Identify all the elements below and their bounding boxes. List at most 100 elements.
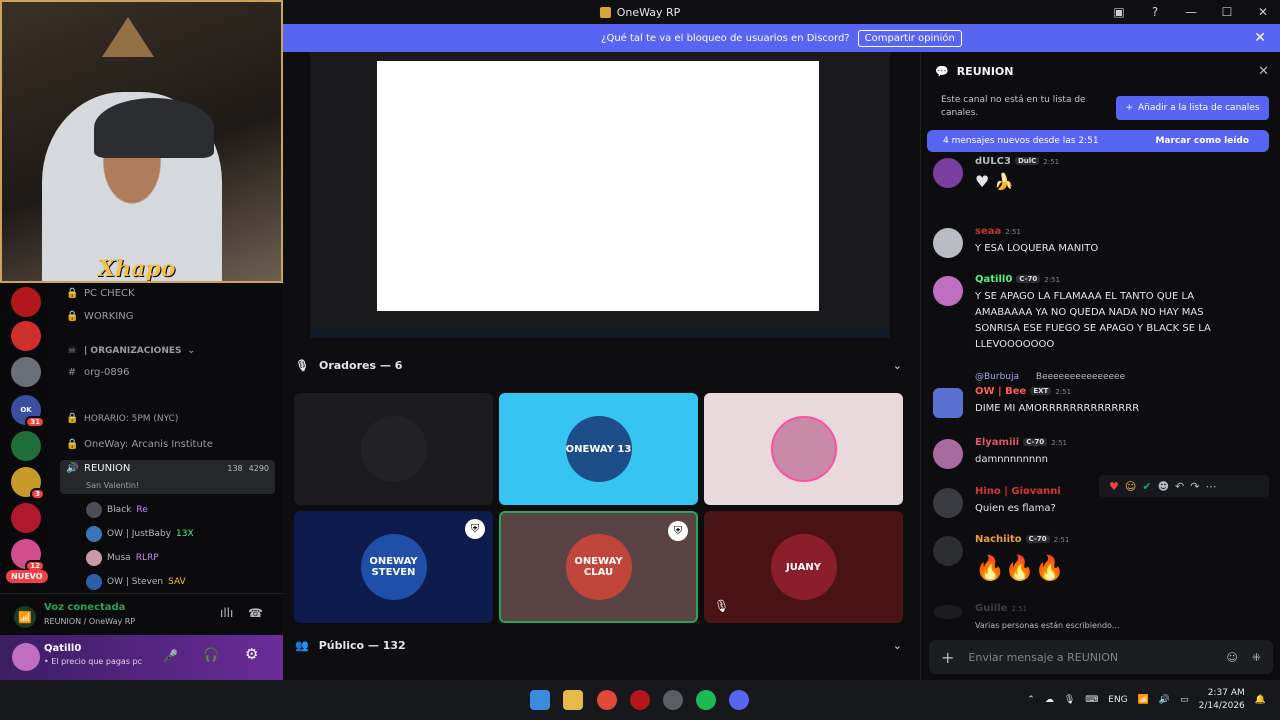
attach-plus-icon[interactable]: + (941, 648, 954, 667)
voice-location[interactable]: REUNION / OneWay RP (44, 617, 135, 626)
maximize-button[interactable]: ☐ (1210, 5, 1244, 19)
close-chat-icon[interactable]: ✕ (1258, 64, 1269, 79)
avatar[interactable] (933, 388, 963, 418)
reply-reference[interactable]: @Burbuja Beeeeeeeeeeeeeee (975, 372, 1125, 382)
banner-close-icon[interactable]: ✕ (1254, 30, 1266, 46)
message-author[interactable]: seaa 2:51 (975, 226, 1021, 237)
more-icon[interactable]: ⋯ (1205, 480, 1216, 493)
speaker-tile[interactable] (704, 393, 903, 505)
windows-start-icon[interactable] (530, 690, 550, 710)
server-icon[interactable]: OK 31 (11, 395, 45, 428)
server-icon[interactable] (11, 431, 41, 461)
settings-gear-icon[interactable]: ⚙ (245, 645, 258, 663)
reply-icon[interactable]: ↶ (1175, 480, 1184, 493)
emoji-icon[interactable]: ☺ (1226, 651, 1237, 664)
microphone-icon[interactable]: 🎙 (1064, 695, 1075, 705)
message-input[interactable]: + Enviar mensaje a REUNION ☺ ⁜ (929, 640, 1273, 674)
speaker-tile[interactable] (294, 393, 493, 505)
inbox-icon[interactable]: ▣ (1102, 5, 1136, 19)
wifi-icon[interactable]: 📶 (1138, 695, 1149, 705)
message-input-placeholder[interactable]: Enviar mensaje a REUNION (968, 651, 1212, 664)
message-author[interactable]: Nachiito C-70 2:51 (975, 534, 1069, 545)
channel-working[interactable]: 🔒 WORKING (66, 311, 133, 322)
language-indicator[interactable]: ENG (1108, 695, 1127, 705)
add-to-channel-list-button[interactable]: + Añadir a la lista de canales (1116, 96, 1269, 120)
avatar[interactable] (933, 439, 963, 469)
chat-message[interactable]: OW | Bee EXT 2:51 DIME MI AMORRRRRRRRRRRRR… (933, 386, 1273, 420)
speaker-tile-speaking[interactable]: ONEWAY CLAU ⛨ (499, 511, 698, 623)
apps-icon[interactable]: ⁜ (1252, 651, 1261, 664)
server-icon[interactable] (11, 321, 41, 351)
help-icon[interactable]: ? (1138, 5, 1172, 19)
new-messages-bar[interactable]: 4 mensajes nuevos desde las 2:51 Marcar … (927, 130, 1269, 152)
volume-icon[interactable]: 🔊 (1159, 695, 1170, 705)
speaker-tile[interactable]: ONEWAY 13 (499, 393, 698, 505)
server-icon[interactable] (11, 287, 41, 317)
minimize-button[interactable]: — (1174, 5, 1208, 19)
server-icon[interactable]: 12 (11, 539, 45, 572)
chat-message[interactable]: Nachiito C-70 2:51 🔥🔥🔥 (933, 534, 1273, 590)
chevron-down-icon[interactable]: ⌄ (893, 639, 902, 652)
avatar[interactable] (933, 488, 963, 518)
message-author[interactable]: Hino | Giovanni (975, 486, 1061, 497)
steam-icon[interactable] (663, 690, 683, 710)
forward-icon[interactable]: ↷ (1190, 480, 1199, 493)
chat-message[interactable]: Elyamiii C-70 2:51 damnnnnnnnn (933, 437, 1273, 471)
avatar[interactable] (933, 228, 963, 258)
message-author[interactable]: dULC3 DulC 2:51 (975, 156, 1059, 167)
avatar[interactable] (933, 605, 963, 619)
screen-share[interactable] (310, 52, 890, 338)
heart-reaction-icon[interactable]: ♥ (1109, 480, 1119, 493)
message-author[interactable]: Guille 2:51 (975, 603, 1027, 614)
mute-icon[interactable]: 🎤 (163, 649, 178, 663)
avatar[interactable] (12, 643, 40, 671)
voice-member[interactable]: OW | Steven SAV (86, 574, 186, 590)
channel-institute[interactable]: 🔒 OneWay: Arcanis Institute (66, 439, 213, 450)
add-reaction-icon[interactable]: ☻ (1158, 480, 1169, 493)
spotify-icon[interactable] (696, 690, 716, 710)
file-explorer-icon[interactable] (563, 690, 583, 710)
voice-member[interactable]: OW | JustBaby 13X (86, 526, 194, 542)
voice-member[interactable]: Musa RLRP (86, 550, 159, 566)
chat-message[interactable]: Guille 2:51 (933, 603, 1273, 619)
speaker-tile[interactable]: JUANY 🎙 (704, 511, 903, 623)
app-icon[interactable] (630, 690, 650, 710)
share-opinion-button[interactable]: Compartir opinión (857, 29, 962, 47)
keyboard-icon[interactable]: ⌨ (1085, 695, 1098, 705)
chat-message[interactable]: Qatill0 C-70 2:51 Y SE APAGO LA FLAMAAA EL… (933, 274, 1273, 354)
chat-message[interactable]: dULC3 DulC 2:51 ♥ 🍌 (933, 156, 1273, 206)
disconnect-icon[interactable]: ☎ (248, 606, 263, 620)
avatar[interactable] (933, 276, 963, 306)
voice-member[interactable]: Black Re (86, 502, 148, 518)
laugh-reaction-icon[interactable]: ☺ (1125, 480, 1136, 493)
message-author[interactable]: OW | Bee EXT 2:51 (975, 386, 1071, 397)
avatar[interactable] (933, 158, 963, 188)
check-reaction-icon[interactable]: ✔ (1142, 480, 1151, 493)
onedrive-icon[interactable]: ☁ (1045, 695, 1054, 705)
speaker-tile[interactable]: ONEWAY STEVEN ⛨ (294, 511, 493, 623)
mark-as-read-button[interactable]: Marcar como leído (1155, 136, 1249, 146)
discord-icon[interactable] (729, 690, 749, 710)
signal-icon[interactable]: 📶 (14, 606, 36, 628)
battery-icon[interactable]: ▭ (1180, 695, 1189, 705)
server-icon[interactable] (11, 503, 41, 533)
noise-suppression-icon[interactable]: ıllı (220, 606, 233, 620)
avatar[interactable] (933, 536, 963, 566)
chrome-icon[interactable] (597, 690, 617, 710)
category-organizaciones[interactable]: ☠ | ORGANIZACIONES ⌄ (66, 345, 196, 356)
channel-horario[interactable]: 🔒 HORARIO: 5PM (NYC) (66, 413, 178, 424)
close-window-button[interactable]: ✕ (1246, 5, 1280, 19)
message-author[interactable]: Elyamiii C-70 2:51 (975, 437, 1067, 448)
channel-pc-check[interactable]: 🔒 PC CHECK (66, 288, 135, 299)
chevron-down-icon[interactable]: ⌄ (893, 359, 902, 372)
voice-channel-reunion[interactable]: 🔊 REUNION San Valentin! 138 4290 (60, 460, 275, 494)
notification-bell-icon[interactable]: 🔔 (1255, 695, 1266, 705)
system-clock[interactable]: 2:37 AM 2/14/2026 (1199, 687, 1245, 713)
headphones-icon[interactable]: 🎧 (203, 648, 219, 663)
channel-org[interactable]: # org-0896 (66, 367, 130, 378)
server-icon-active[interactable]: 3 (11, 467, 45, 500)
server-icon[interactable] (11, 357, 41, 387)
chat-message[interactable]: seaa 2:51 Y ESA LOQUERA MANITO (933, 226, 1273, 262)
message-author[interactable]: Qatill0 C-70 2:51 (975, 274, 1060, 285)
chevron-up-icon[interactable]: ⌃ (1027, 695, 1035, 705)
